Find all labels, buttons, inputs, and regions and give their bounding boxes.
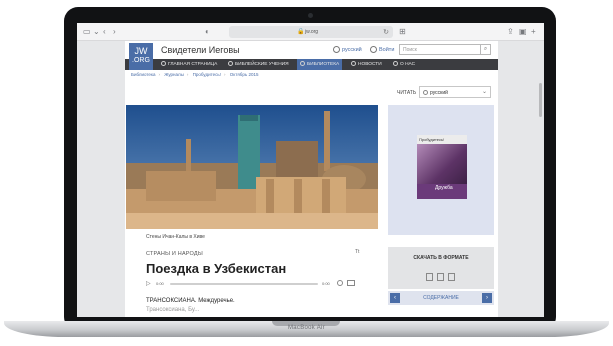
laptop-brand: MacBook Air: [0, 325, 613, 331]
audio-icon[interactable]: [437, 273, 444, 281]
site-header: JW .ORG Свидетели Иеговы русский Войти П…: [125, 41, 498, 70]
laptop-screen: ▭ ⌄ ‹ › ◐ 🔒 jw.org ↻ ⊞ ⇪ ▣ + JW .ORG Сви…: [77, 23, 544, 317]
chevron-right-icon[interactable]: ›: [482, 293, 492, 303]
article-title: Поездка в Узбекистан: [146, 261, 287, 276]
nav-label: О НАС: [400, 62, 416, 67]
sidebar-toggle-icon[interactable]: ▭: [83, 27, 91, 37]
breadcrumb-item[interactable]: Библиотека: [131, 72, 155, 77]
article-hero-image: [126, 105, 378, 229]
add-tab-icon[interactable]: +: [531, 27, 536, 37]
logo-line2: .ORG: [132, 57, 150, 64]
download-audio-icon[interactable]: [347, 280, 355, 286]
camera: [308, 13, 313, 18]
home-icon: [161, 61, 166, 67]
audio-current-time: 0:00: [156, 281, 164, 286]
breadcrumb-item[interactable]: Октябрь 2015: [230, 72, 259, 77]
share-icon[interactable]: ⇪: [507, 27, 514, 37]
breadcrumb-item[interactable]: Пробудитесь!: [193, 72, 221, 77]
share-icon[interactable]: [448, 273, 455, 281]
nav-item-news[interactable]: НОВОСТИ: [351, 59, 382, 70]
contents-nav: ‹ СОДЕРЖАНИЕ ›: [388, 291, 494, 305]
browser-toolbar: ▭ ⌄ ‹ › ◐ 🔒 jw.org ↻ ⊞ ⇪ ▣ +: [77, 23, 544, 41]
nav-item-library[interactable]: БИБЛИОТЕКА: [297, 59, 343, 70]
breadcrumb-separator: ›: [186, 72, 189, 77]
laptop-brand-label: MacBook Air: [288, 325, 325, 331]
cover-photo: [417, 144, 467, 184]
breadcrumb-separator: ›: [223, 72, 226, 77]
web-page: JW .ORG Свидетели Иеговы русский Войти П…: [125, 41, 498, 317]
chevron-down-icon: ⌄: [481, 89, 487, 95]
lock-icon: 🔒: [297, 29, 305, 35]
url-text: jw.org: [305, 29, 319, 35]
cover-text: Дружба: [435, 185, 453, 191]
text-size-toggle[interactable]: Tt: [355, 249, 359, 255]
article-body: ТРАНСОКСИАНА. Междуречье.: [146, 298, 235, 304]
globe-icon: [423, 90, 428, 95]
search-input[interactable]: Поиск ⌕: [399, 44, 491, 55]
pdf-icon[interactable]: [426, 273, 433, 281]
news-icon: [351, 61, 356, 67]
reading-language-select[interactable]: русский ⌄: [419, 86, 491, 98]
globe-icon: [333, 46, 340, 53]
nav-item-teachings[interactable]: БИБЛЕЙСКИЕ УЧЕНИЯ: [228, 59, 289, 70]
library-icon: [300, 61, 305, 67]
address-bar[interactable]: 🔒 jw.org ↻: [229, 26, 393, 38]
logo-line1: JW: [134, 46, 148, 56]
contents-label[interactable]: СОДЕРЖАНИЕ: [388, 295, 494, 301]
forward-icon[interactable]: ›: [113, 27, 116, 37]
cover-masthead: Пробудитесь!: [417, 135, 467, 144]
language-label: русский: [342, 46, 362, 53]
user-icon: [370, 46, 377, 53]
reload-icon[interactable]: ↻: [383, 28, 389, 36]
download-panel: СКАЧАТЬ В ФОРМАТЕ: [388, 247, 494, 289]
login-link[interactable]: Войти: [370, 46, 394, 53]
nav-label: БИБЛИОТЕКА: [307, 62, 340, 67]
nav-item-home[interactable]: ГЛАВНАЯ СТРАНИЦА: [161, 59, 217, 70]
download-title: СКАЧАТЬ В ФОРМАТЕ: [413, 255, 469, 261]
audio-duration: 0:00: [322, 281, 330, 286]
image-caption: Стены Ичан-Калы в Хиве: [146, 234, 205, 240]
volume-icon[interactable]: [337, 280, 343, 286]
breadcrumb-separator: ›: [158, 72, 160, 77]
search-placeholder: Поиск: [403, 47, 417, 53]
laptop-mockup: ▭ ⌄ ‹ › ◐ 🔒 jw.org ↻ ⊞ ⇪ ▣ + JW .ORG Сви…: [0, 0, 613, 346]
khiva-city-illustration: [126, 105, 378, 229]
site-title[interactable]: Свидетели Иеговы: [161, 45, 240, 55]
tabs-icon[interactable]: ▣: [519, 27, 527, 37]
bible-icon: [228, 61, 233, 67]
breadcrumb: Библиотека › Журналы › Пробудитесь! › Октяб…: [131, 72, 261, 77]
article-body-continued: Трансоксиана, Бу...: [146, 307, 200, 313]
back-icon[interactable]: ‹: [103, 27, 106, 37]
audio-progress-bar[interactable]: [170, 283, 318, 285]
audio-player: ▷ 0:00 0:00: [146, 279, 358, 289]
nav-label: БИБЛЕЙСКИЕ УЧЕНИЯ: [235, 62, 289, 67]
login-label: Войти: [379, 46, 395, 53]
jw-logo[interactable]: JW .ORG: [129, 43, 153, 70]
publication-panel: Пробудитесь! Дружба: [388, 105, 494, 235]
privacy-icon[interactable]: ◐: [205, 27, 210, 37]
play-icon[interactable]: ▷: [146, 280, 151, 287]
nav-label: ГЛАВНАЯ СТРАНИЦА: [168, 62, 218, 67]
reading-language-value: русский: [430, 90, 448, 96]
read-label: ЧИТАТЬ: [397, 90, 417, 96]
article-kicker: СТРАНЫ И НАРОДЫ: [146, 251, 203, 257]
main-nav: ГЛАВНАЯ СТРАНИЦА БИБЛЕЙСКИЕ УЧЕНИЯ БИБЛИ…: [125, 59, 498, 70]
chevron-down-icon[interactable]: ⌄: [93, 27, 100, 37]
download-format-icons: [426, 268, 459, 286]
extension-icon[interactable]: ⊞: [399, 27, 406, 37]
language-selector[interactable]: русский: [333, 46, 362, 53]
magazine-cover[interactable]: Пробудитесь! Дружба: [417, 135, 467, 199]
scrollbar[interactable]: [539, 83, 542, 117]
info-icon: [393, 61, 398, 67]
nav-label: НОВОСТИ: [358, 62, 382, 67]
search-icon[interactable]: ⌕: [480, 45, 490, 54]
breadcrumb-item[interactable]: Журналы: [164, 72, 184, 77]
nav-item-about[interactable]: О НАС: [393, 59, 415, 70]
